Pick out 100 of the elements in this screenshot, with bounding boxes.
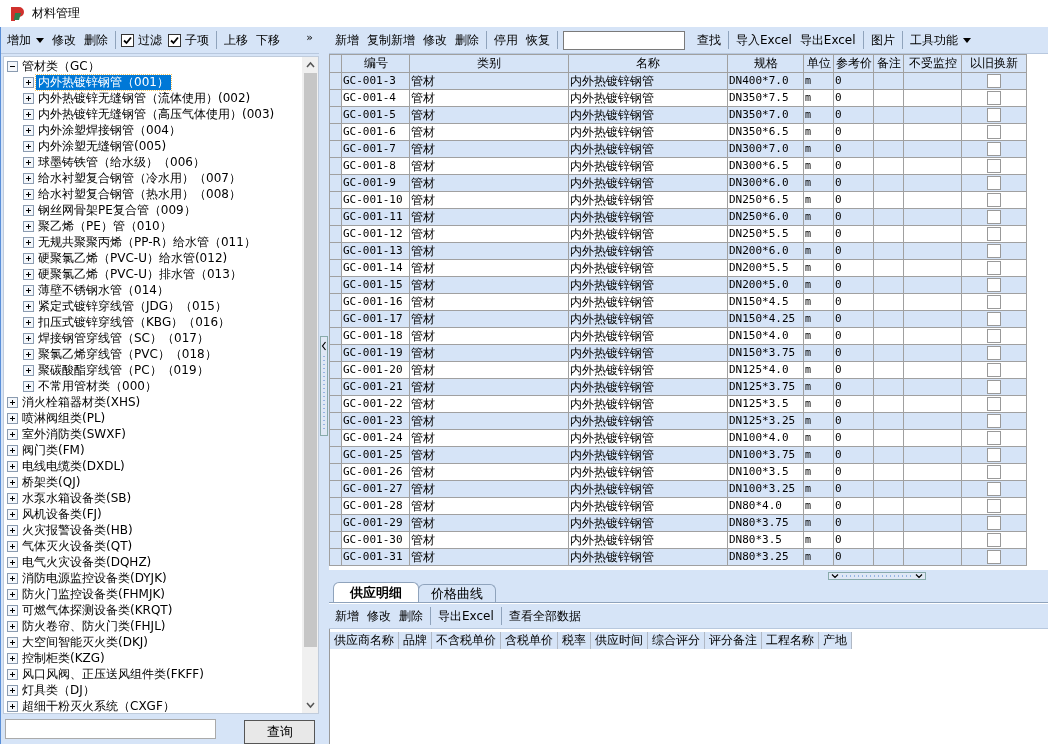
tree-item[interactable]: 喷淋阀组类(PL)	[20, 410, 108, 426]
dropdown-button[interactable]: 工具功能	[905, 29, 975, 51]
checkbox[interactable]	[987, 159, 1001, 174]
expand-icon[interactable]	[23, 124, 34, 136]
checkbox[interactable]	[987, 227, 1001, 242]
column-header[interactable]: 供应商名称	[330, 632, 399, 649]
column-header[interactable]: 编号	[341, 54, 410, 73]
tree-item[interactable]: 室外消防类(SWXF)	[20, 426, 128, 442]
expand-icon[interactable]	[7, 396, 18, 408]
tree-item[interactable]: 内外热镀锌无缝钢管（高压气体使用）(003)	[36, 106, 277, 122]
tree-item[interactable]: 消防电源监控设备类(DYJK)	[20, 570, 169, 586]
expand-icon[interactable]	[23, 268, 34, 280]
tree-item[interactable]: 内外涂塑无缝钢管(005)	[36, 138, 169, 154]
expand-icon[interactable]	[23, 332, 34, 344]
expand-icon[interactable]	[7, 444, 18, 456]
splitter-handle[interactable]	[320, 335, 328, 436]
column-header[interactable]: 以旧换新	[961, 54, 1027, 73]
checkbox[interactable]	[987, 516, 1001, 531]
toolbar-button[interactable]: 下移	[252, 29, 284, 51]
checkbox[interactable]	[987, 414, 1001, 429]
expand-icon[interactable]	[7, 620, 18, 632]
search-field[interactable]	[563, 30, 685, 50]
toolbar-button[interactable]: 查看全部数据	[504, 605, 585, 627]
column-header[interactable]: 不含税单价	[432, 632, 501, 649]
expand-icon[interactable]	[7, 588, 18, 600]
expand-icon[interactable]	[7, 684, 18, 696]
checkbox[interactable]	[987, 295, 1001, 310]
expand-icon[interactable]	[7, 556, 18, 568]
tree-item[interactable]: 阀门类(FM)	[20, 442, 87, 458]
tree-item[interactable]: 控制柜类(KZG)	[20, 650, 107, 666]
expand-icon[interactable]	[23, 92, 34, 104]
toolbar-button[interactable]: 删除	[80, 29, 112, 51]
toolbar-button[interactable]: 修改	[48, 29, 80, 51]
expand-icon[interactable]	[7, 652, 18, 664]
expand-icon[interactable]	[23, 348, 34, 360]
checkbox[interactable]	[987, 91, 1001, 106]
toolbar-button[interactable]: 修改	[419, 29, 451, 51]
expand-icon[interactable]	[7, 412, 18, 424]
expand-icon[interactable]	[23, 252, 34, 264]
tree-item[interactable]: 可燃气体探测设备类(KRQT)	[20, 602, 175, 618]
checkbox[interactable]	[987, 346, 1001, 361]
tree-item[interactable]: 给水衬塑复合钢管（冷水用）（007）	[36, 170, 243, 186]
column-header[interactable]: 产地	[819, 632, 852, 649]
expand-icon[interactable]	[7, 540, 18, 552]
checkbox[interactable]	[987, 482, 1001, 497]
checkbox[interactable]	[987, 74, 1001, 89]
expand-icon[interactable]	[23, 188, 34, 200]
tree-item[interactable]: 薄壁不锈钢水管（014）	[36, 282, 171, 298]
expand-icon[interactable]	[7, 492, 18, 504]
splitter-handle[interactable]	[828, 572, 926, 580]
expand-icon[interactable]	[7, 524, 18, 536]
column-header[interactable]: 税率	[558, 632, 591, 649]
tree-item[interactable]: 聚乙烯（PE）管（010）	[36, 218, 174, 234]
checkbox[interactable]	[987, 550, 1001, 565]
tree-item[interactable]: 内外热镀锌钢管（001）	[36, 74, 171, 90]
checkbox[interactable]	[987, 465, 1001, 480]
column-header[interactable]: 含税单价	[501, 632, 558, 649]
expand-icon[interactable]	[7, 460, 18, 472]
tree-item[interactable]: 风口风阀、正压送风组件类(FKFF)	[20, 666, 206, 682]
toolbar-button[interactable]: 删除	[451, 29, 483, 51]
tab[interactable]: 价格曲线	[418, 584, 496, 602]
toolbar-button[interactable]: 图片	[866, 29, 899, 51]
tree-item[interactable]: 防火门监控设备类(FHMJK)	[20, 586, 168, 602]
checkbox[interactable]	[987, 176, 1001, 191]
tree-item[interactable]: 球墨铸铁管（给水级）（006）	[36, 154, 207, 170]
checkbox[interactable]	[987, 431, 1001, 446]
checkbox[interactable]	[987, 278, 1001, 293]
toolbar-button[interactable]: 导出Excel	[434, 605, 498, 627]
checkbox[interactable]	[987, 261, 1001, 276]
expand-icon[interactable]	[7, 572, 18, 584]
expand-icon[interactable]	[7, 508, 18, 520]
tree-item[interactable]: 大空间智能灭火类(DKJ)	[20, 634, 150, 650]
toolbar-button[interactable]: 新增	[331, 605, 363, 627]
expand-icon[interactable]	[7, 668, 18, 680]
tree-item[interactable]: 扣压式镀锌穿线管（KBG）（016）	[36, 314, 233, 330]
checkbox[interactable]	[987, 142, 1001, 157]
expand-icon[interactable]	[7, 604, 18, 616]
tree-item[interactable]: 钢丝网骨架PE复合管（009）	[36, 202, 198, 218]
expand-icon[interactable]	[23, 364, 34, 376]
tree-item[interactable]: 内外涂塑焊接钢管（004）	[36, 122, 183, 138]
checkbox[interactable]	[987, 125, 1001, 140]
column-header[interactable]: 评分备注	[705, 632, 762, 649]
expand-icon[interactable]	[7, 476, 18, 488]
column-header[interactable]: 品牌	[399, 632, 432, 649]
checkbox[interactable]	[987, 193, 1001, 208]
expand-icon[interactable]	[23, 108, 34, 120]
tree-item[interactable]: 聚氯乙烯穿线管（PVC）（018）	[36, 346, 219, 362]
expand-icon[interactable]	[23, 172, 34, 184]
tree-item[interactable]: 电线电缆类(DXDL)	[20, 458, 127, 474]
checkbox[interactable]	[987, 363, 1001, 378]
query-button[interactable]: 查询	[244, 720, 315, 744]
tree-item[interactable]: 无规共聚聚丙烯（PP-R）给水管（011）	[36, 234, 258, 250]
toolbar-button[interactable]: 修改	[363, 605, 395, 627]
expand-icon[interactable]	[23, 220, 34, 232]
column-header[interactable]: 名称	[568, 54, 728, 73]
column-header[interactable]: 类别	[409, 54, 569, 73]
tree-item[interactable]: 防火卷帘、防火门类(FHJL)	[20, 618, 168, 634]
expand-icon[interactable]	[23, 236, 34, 248]
dropdown-button[interactable]: 增加	[3, 29, 48, 51]
checkbox[interactable]	[987, 380, 1001, 395]
